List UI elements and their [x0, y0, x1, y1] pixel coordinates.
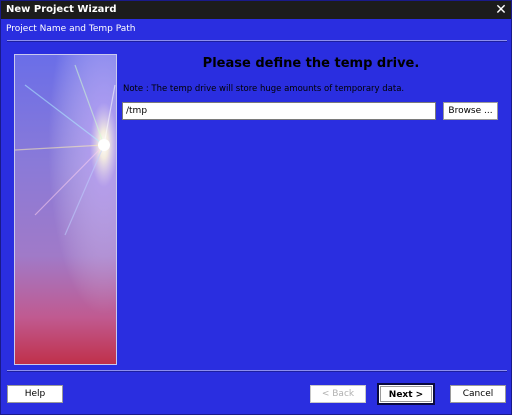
help-button[interactable]: Help	[7, 385, 63, 403]
window-title: New Project Wizard	[6, 4, 117, 15]
step-subtitle: Project Name and Temp Path	[6, 24, 136, 34]
step-heading: Please define the temp drive.	[202, 56, 420, 71]
next-button-label: Next >	[380, 386, 432, 402]
top-divider	[7, 40, 507, 42]
temp-drive-note: Note : The temp drive will store huge am…	[123, 84, 405, 94]
cancel-button[interactable]: Cancel	[450, 385, 506, 403]
back-button[interactable]: < Back	[310, 385, 366, 403]
wizard-window: New Project Wizard ✕ Project Name and Te…	[0, 0, 512, 415]
bottom-divider	[7, 370, 507, 372]
next-button[interactable]: Next >	[377, 383, 435, 405]
close-icon[interactable]: ✕	[493, 2, 509, 18]
wizard-side-image	[14, 54, 117, 365]
temp-path-input[interactable]	[122, 102, 436, 120]
title-bar[interactable]: New Project Wizard ✕	[1, 1, 511, 19]
browse-button[interactable]: Browse ...	[443, 102, 498, 120]
